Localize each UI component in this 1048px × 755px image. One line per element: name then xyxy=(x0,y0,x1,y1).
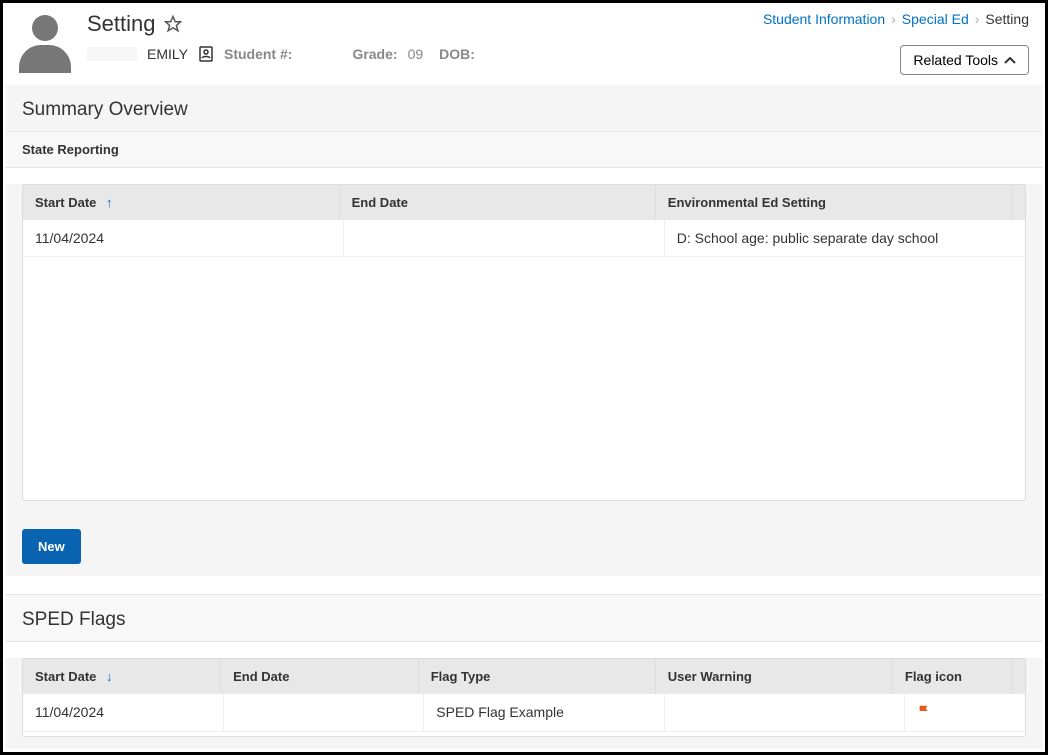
cell-user-warning xyxy=(664,694,904,732)
breadcrumb-link-2[interactable]: Special Ed xyxy=(902,11,969,27)
sort-asc-icon: ↑ xyxy=(106,195,113,210)
breadcrumb-current: Setting xyxy=(985,11,1029,27)
related-tools-label: Related Tools xyxy=(913,52,998,68)
grade-value: 09 xyxy=(408,46,424,62)
cell-start-date: 11/04/2024 xyxy=(23,694,223,732)
state-reporting-scroll[interactable]: 11/04/2024 D: School age: public separat… xyxy=(23,220,1025,500)
cell-flag-type: SPED Flag Example xyxy=(424,694,664,732)
dob-label: DOB: xyxy=(439,46,475,62)
column-start-date[interactable]: Start Date ↓ xyxy=(23,659,221,694)
student-info-row: EMILY Student #: Grade: 09 DOB: xyxy=(87,45,1029,63)
cell-flag-icon xyxy=(905,694,1025,732)
sped-flags-table: Start Date ↓ End Date Flag Type User War… xyxy=(22,658,1026,737)
summary-overview-header: Summary Overview xyxy=(6,85,1042,131)
chevron-right-icon: › xyxy=(975,11,980,27)
breadcrumb: Student Information › Special Ed › Setti… xyxy=(763,11,1029,27)
avatar xyxy=(19,15,71,75)
state-reporting-table: Start Date ↑ End Date Environmental Ed S… xyxy=(22,184,1026,501)
chevron-up-icon xyxy=(1004,52,1016,68)
column-start-date[interactable]: Start Date ↑ xyxy=(23,185,339,220)
sped-flags-header: SPED Flags xyxy=(6,594,1042,642)
cell-end-date xyxy=(223,694,423,732)
related-tools-button[interactable]: Related Tools xyxy=(900,45,1029,75)
state-reporting-subheader: State Reporting xyxy=(6,131,1042,168)
cell-end-date xyxy=(344,220,665,257)
chevron-right-icon: › xyxy=(891,11,896,27)
content-area[interactable]: Summary Overview State Reporting Start D… xyxy=(6,85,1042,749)
column-end-date[interactable]: End Date xyxy=(339,185,655,220)
id-badge-icon xyxy=(198,45,214,63)
column-flag-icon[interactable]: Flag icon xyxy=(892,659,1011,694)
table-row[interactable]: 11/04/2024 D: School age: public separat… xyxy=(23,220,1025,257)
column-end-date[interactable]: End Date xyxy=(221,659,419,694)
sort-desc-icon: ↓ xyxy=(106,669,113,684)
grade-label: Grade: xyxy=(352,46,397,62)
student-number-label: Student #: xyxy=(224,46,292,62)
flag-icon xyxy=(917,705,931,721)
action-bar: New xyxy=(6,517,1042,576)
column-flag-type[interactable]: Flag Type xyxy=(418,659,655,694)
cell-start-date: 11/04/2024 xyxy=(23,220,344,257)
new-button[interactable]: New xyxy=(22,529,81,564)
student-name: EMILY xyxy=(147,46,188,62)
column-user-warning[interactable]: User Warning xyxy=(655,659,892,694)
star-icon[interactable] xyxy=(164,15,182,33)
page-title: Setting xyxy=(87,11,156,37)
table-row[interactable]: 11/04/2024 SPED Flag Example xyxy=(23,694,1025,732)
page-header: Setting EMILY Student #: xyxy=(3,3,1045,75)
cell-env-setting: D: School age: public separate day schoo… xyxy=(664,220,1025,257)
column-env-setting[interactable]: Environmental Ed Setting xyxy=(655,185,1011,220)
sped-flags-scroll[interactable]: 11/04/2024 SPED Flag Example xyxy=(23,694,1025,736)
breadcrumb-link-1[interactable]: Student Information xyxy=(763,11,885,27)
